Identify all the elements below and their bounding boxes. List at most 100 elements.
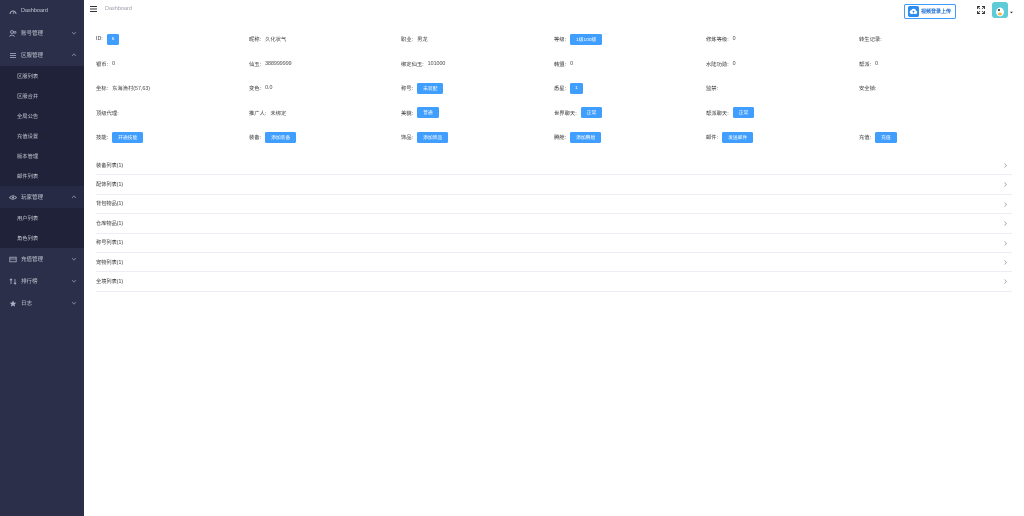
chevron-right-icon (1004, 163, 1007, 168)
sidebar-subitem-server-merge[interactable]: 区服合并 (0, 86, 84, 106)
collapse-item-warehouse[interactable]: 仓库物品(1) (96, 214, 1012, 234)
info-rebirth: 转生记录: (859, 37, 882, 43)
sidebar-item-player[interactable]: 玩家管理 (0, 186, 84, 208)
sidebar-subitem-announcement[interactable]: 全局公告 (0, 106, 84, 126)
info-items: 饰品: 添加饰品 (401, 130, 449, 144)
chevron-up-icon (71, 53, 77, 57)
star-icon (8, 299, 17, 308)
video-upload-button[interactable]: 视频登录上传 (904, 4, 956, 19)
chevron-up-icon (71, 195, 77, 199)
info-hero: 韩盟: 0 (554, 60, 574, 68)
open-skill-button[interactable]: 开通技能 (112, 131, 144, 143)
cloud-upload-icon (908, 6, 919, 17)
sidebar: Dashboard 账号管理 区服管理 区服列表 区服合并 全局公告 充值设置 … (0, 0, 84, 516)
collapse-item-pets[interactable]: 宠物列表(1) (96, 253, 1012, 273)
id-badge[interactable]: 6 (106, 33, 120, 45)
chevron-down-icon (71, 257, 77, 261)
chevron-right-icon (1004, 260, 1007, 265)
info-ban: 监禁: (706, 86, 719, 92)
user-avatar[interactable] (992, 2, 1008, 18)
sort-icon (8, 277, 17, 286)
sidebar-item-account[interactable]: 账号管理 (0, 22, 84, 44)
top-header: Dashboard 视频登录上传 (84, 0, 1024, 20)
card-icon (8, 255, 17, 264)
info-coords: 坐标: 东海漁村(57,63) (96, 86, 151, 92)
collapse-item-backpack[interactable]: 背包物品(1) (96, 195, 1012, 215)
level-button[interactable]: 1级100级 (570, 33, 603, 45)
gang-chat-button[interactable]: 正常 (732, 107, 755, 118)
sidebar-subitem-version[interactable]: 版本管理 (0, 146, 84, 166)
add-accessory-button[interactable]: 添加饰品 (417, 131, 449, 143)
add-mount-button[interactable]: 添加腾舱 (570, 131, 602, 143)
sidebar-item-label: 充值管理 (21, 257, 44, 263)
add-equipment-button[interactable]: 添加装备 (265, 131, 297, 143)
info-cultivation: 修炼等级: 0 (706, 36, 736, 43)
info-row: 技能: 开通技能 装备: 添加装备 饰品: 添加饰品 腾舱: 添加腾舱 邮件: … (96, 130, 1006, 155)
info-safe-lock: 安全锁: (859, 86, 877, 92)
collapse-item-realm[interactable]: 全境列表(1) (96, 272, 1012, 292)
info-stars: 悉星: 1 (554, 81, 583, 95)
chevron-down-icon (71, 31, 77, 35)
info-bound-gold: 绑定仙玉: 101000 (401, 60, 446, 68)
info-mail: 邮件: 发送邮件 (706, 130, 754, 144)
sidebar-item-label: 玩家管理 (21, 195, 44, 201)
caret-down-icon[interactable] (1010, 11, 1013, 14)
recharge-button[interactable]: 充值 (875, 131, 897, 143)
sidebar-subitem-recharge-settings[interactable]: 充值设置 (0, 126, 84, 146)
info-world-chat: 世界聊天: 正常 (554, 106, 603, 120)
chevron-right-icon (1004, 182, 1007, 188)
info-skill: 技能: 开通技能 (96, 130, 144, 144)
info-row: 银币: 0 仙玉: 388999999 绑定仙玉: 101000 韩盟: 0 水… (96, 57, 1006, 82)
upload-label: 视频登录上传 (921, 9, 952, 15)
sidebar-subitem-user-list[interactable]: 用户列表 (0, 208, 84, 228)
detail-collapse-list: 装备列表(1) 配饰列表(1) 背包物品(1) 仓库物品(1) 称号列表(1) … (96, 156, 1012, 292)
info-beauty: 美貌: 普通 (401, 106, 439, 120)
chevron-right-icon (1004, 221, 1007, 226)
sidebar-item-label: 区服管理 (21, 53, 44, 59)
info-promoter: 推广人: 未绑定 (249, 110, 287, 117)
stars-button[interactable]: 1 (570, 82, 583, 94)
info-agent: 顶级代理: (96, 110, 119, 117)
sidebar-item-log[interactable]: 日志 (0, 292, 84, 314)
breadcrumb[interactable]: Dashboard (105, 6, 132, 12)
collapse-item-titles[interactable]: 称号列表(1) (96, 234, 1012, 253)
sidebar-item-label: 排行榜 (21, 279, 38, 285)
info-level: 等级: 1级100级 (554, 32, 603, 46)
hamburger-icon[interactable] (90, 6, 97, 12)
send-mail-button[interactable]: 发送邮件 (722, 131, 754, 143)
info-title: 称号: 未装配 (401, 81, 444, 95)
sidebar-item-label: 账号管理 (21, 31, 44, 37)
sidebar-subitem-mail-list[interactable]: 邮件列表 (0, 166, 84, 186)
chevron-down-icon (71, 279, 77, 283)
world-chat-button[interactable]: 正常 (580, 107, 603, 118)
info-row: 坐标: 东海漁村(57,63) 变色: 0.0 称号: 未装配 悉星: 1 监禁… (96, 81, 1006, 106)
chevron-right-icon (1004, 202, 1007, 207)
eye-icon (8, 193, 17, 202)
info-gang-chat: 帮派聊天: 正常 (706, 106, 755, 120)
beauty-button[interactable]: 普通 (417, 107, 439, 118)
title-button[interactable]: 未装配 (417, 82, 444, 94)
fullscreen-icon[interactable] (977, 6, 985, 14)
user-group-icon (8, 29, 17, 38)
collapse-item-accessories[interactable]: 配饰列表(1) (96, 175, 1012, 195)
info-color: 变色: 0.0 (249, 85, 273, 92)
sidebar-item-recharge[interactable]: 充值管理 (0, 248, 84, 270)
sidebar-item-label: 日志 (21, 301, 33, 307)
sidebar-subitem-server-list[interactable]: 区服列表 (0, 66, 84, 86)
sidebar-item-server[interactable]: 区服管理 (0, 44, 84, 66)
info-equipment: 装备: 添加装备 (249, 130, 297, 144)
avatar-image (992, 2, 1008, 18)
chevron-right-icon (1004, 279, 1007, 285)
info-row: ID: 6 昵称: 久化状气 职业: 男龙 等级: 1级100级 修炼等级: 0… (96, 32, 1006, 57)
list-icon (8, 51, 17, 60)
info-id: ID: 6 (96, 32, 120, 46)
info-gang: 帮派: 0 (859, 60, 879, 68)
sidebar-item-dashboard[interactable]: Dashboard (0, 0, 84, 22)
info-mount: 腾舱: 添加腾舱 (554, 130, 602, 144)
info-water-land: 水陆功勋: 0 (706, 60, 736, 68)
sidebar-subitem-role-list[interactable]: 角色列表 (0, 228, 84, 248)
collapse-item-equipment[interactable]: 装备列表(1) (96, 156, 1012, 176)
sidebar-item-ranking[interactable]: 排行榜 (0, 270, 84, 292)
info-row: 顶级代理: 推广人: 未绑定 美貌: 普通 世界聊天: 正常 帮派聊天: 正常 (96, 106, 1006, 131)
info-recharge: 充值: 充值 (859, 130, 897, 144)
